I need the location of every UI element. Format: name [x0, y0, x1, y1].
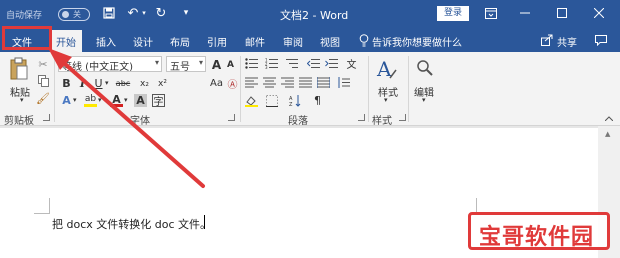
annotation-arrow — [48, 48, 205, 188]
